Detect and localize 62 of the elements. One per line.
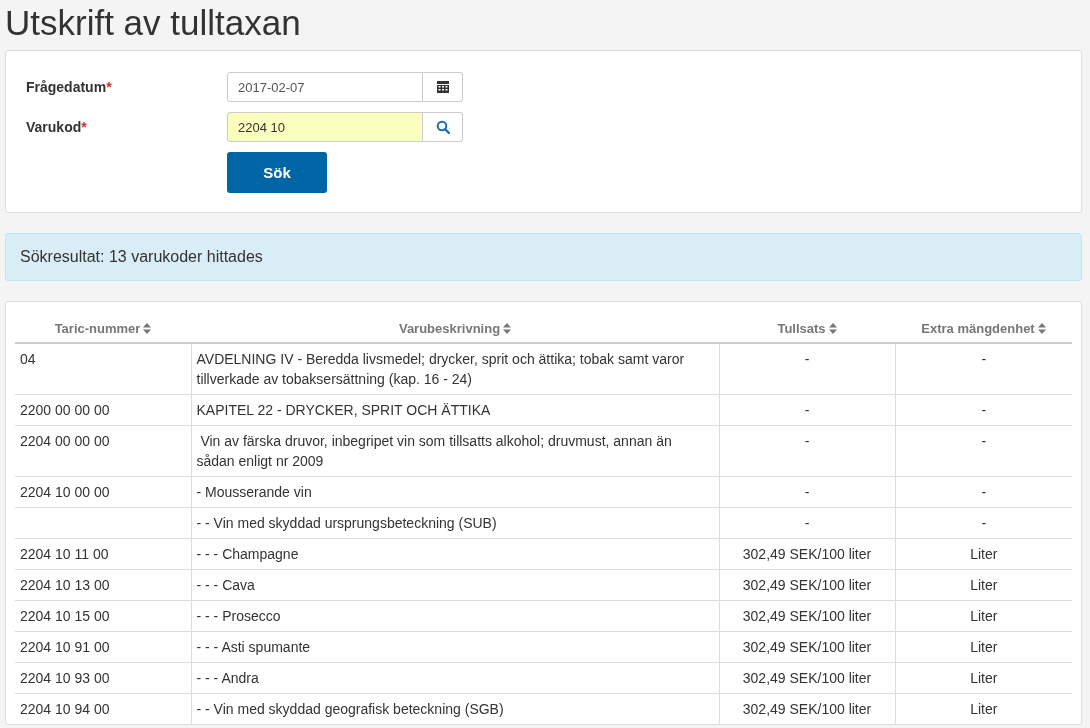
search-icon [435,120,450,134]
table-cell: - - - Andra [196,670,259,686]
table-cell: - - - Prosecco [196,608,281,624]
table-cell: - - Vin med skyddad ursprungsbeteckning (SUB) [196,515,497,531]
sort-icon [503,323,512,334]
table-cell: 2204 10 00 00 [20,484,110,500]
table-cell: Liter [970,608,998,624]
table-cell: - [981,351,987,367]
table-cell: 2204 10 11 00 [20,546,109,562]
field-label: Varukod* [26,119,88,135]
table-cell: 04 [20,351,36,367]
table-cell: - Mousserande vin [196,484,312,500]
input-field[interactable]: 2204 10 [227,112,423,142]
table-cell: Liter [970,701,998,717]
table-cell: - - - Champagne [196,546,299,562]
calendar-icon [435,80,450,94]
table-cell: Liter [970,670,998,686]
table-cell: KAPITEL 22 - DRYCKER, SPRIT OCH ÄTTIKA [196,402,491,418]
table-cell: 302,49 SEK/100 liter [742,701,872,717]
table-cell: - [804,433,810,449]
table-cell: 302,49 SEK/100 liter [742,577,872,593]
field-label: Frågedatum* [26,79,113,95]
column-header[interactable]: Varubeskrivning [398,321,512,336]
sort-icon [828,323,837,334]
table-cell: - [981,402,987,418]
table-cell: - - Vin med skyddad geografisk beteckning (SGB) [196,701,504,717]
table-cell: 2204 10 93 00 [20,670,110,686]
column-header[interactable]: Extra mängdenhet [921,321,1046,336]
table-cell: - [981,433,987,449]
table-cell: - - - Asti spumante [196,639,311,655]
table-cell: - [804,484,810,500]
search-submit-button[interactable]: Sök [227,152,327,193]
table-cell: 2204 10 94 00 [20,701,110,717]
table-cell: 302,49 SEK/100 liter [742,670,872,686]
table-cell: 2204 10 91 00 [20,639,110,655]
table-cell: - [981,515,987,531]
table-cell: Liter [970,639,998,655]
calendar-button[interactable] [423,72,463,102]
sort-icon [143,323,152,334]
table-cell: - [804,402,810,418]
result-alert: Sökresultat: 13 varukoder hittades [5,233,1082,281]
table-cell: 2204 10 13 00 [20,577,110,593]
table-cell-text: Vin av färska druvor, inbegripet vin som tillsatts alkohol; druvmust, annan än sådan enligt nr 2009 [196,433,673,469]
table-cell: - [804,515,810,531]
table-cell: - [804,351,810,367]
table-cell: 2204 10 15 00 [20,608,110,624]
table-cell: 302,49 SEK/100 liter [742,608,872,624]
sort-icon [1037,323,1046,334]
search-button[interactable] [423,112,463,142]
table-cell: 2204 00 00 00 [20,433,110,449]
table-cell: Liter [970,546,998,562]
column-header[interactable]: Taric-nummer [54,321,152,336]
table-cell: - [981,484,987,500]
column-header[interactable]: Tullsats [777,321,837,336]
table-cell: - - - Cava [196,577,255,593]
table-cell: Liter [970,577,998,593]
table-cell-text: AVDELNING IV - Beredda livsmedel; drycker, sprit och ättika; tobak samt varor tillverkade av tobaksersättning (kap. 16 - 24) [196,351,686,387]
page-title: Utskrift av tulltaxan [5,2,302,44]
table-cell: 302,49 SEK/100 liter [742,546,872,562]
input-field[interactable]: 2017-02-07 [227,72,423,102]
table-cell: 302,49 SEK/100 liter [742,639,872,655]
table-cell: 2200 00 00 00 [20,402,110,418]
